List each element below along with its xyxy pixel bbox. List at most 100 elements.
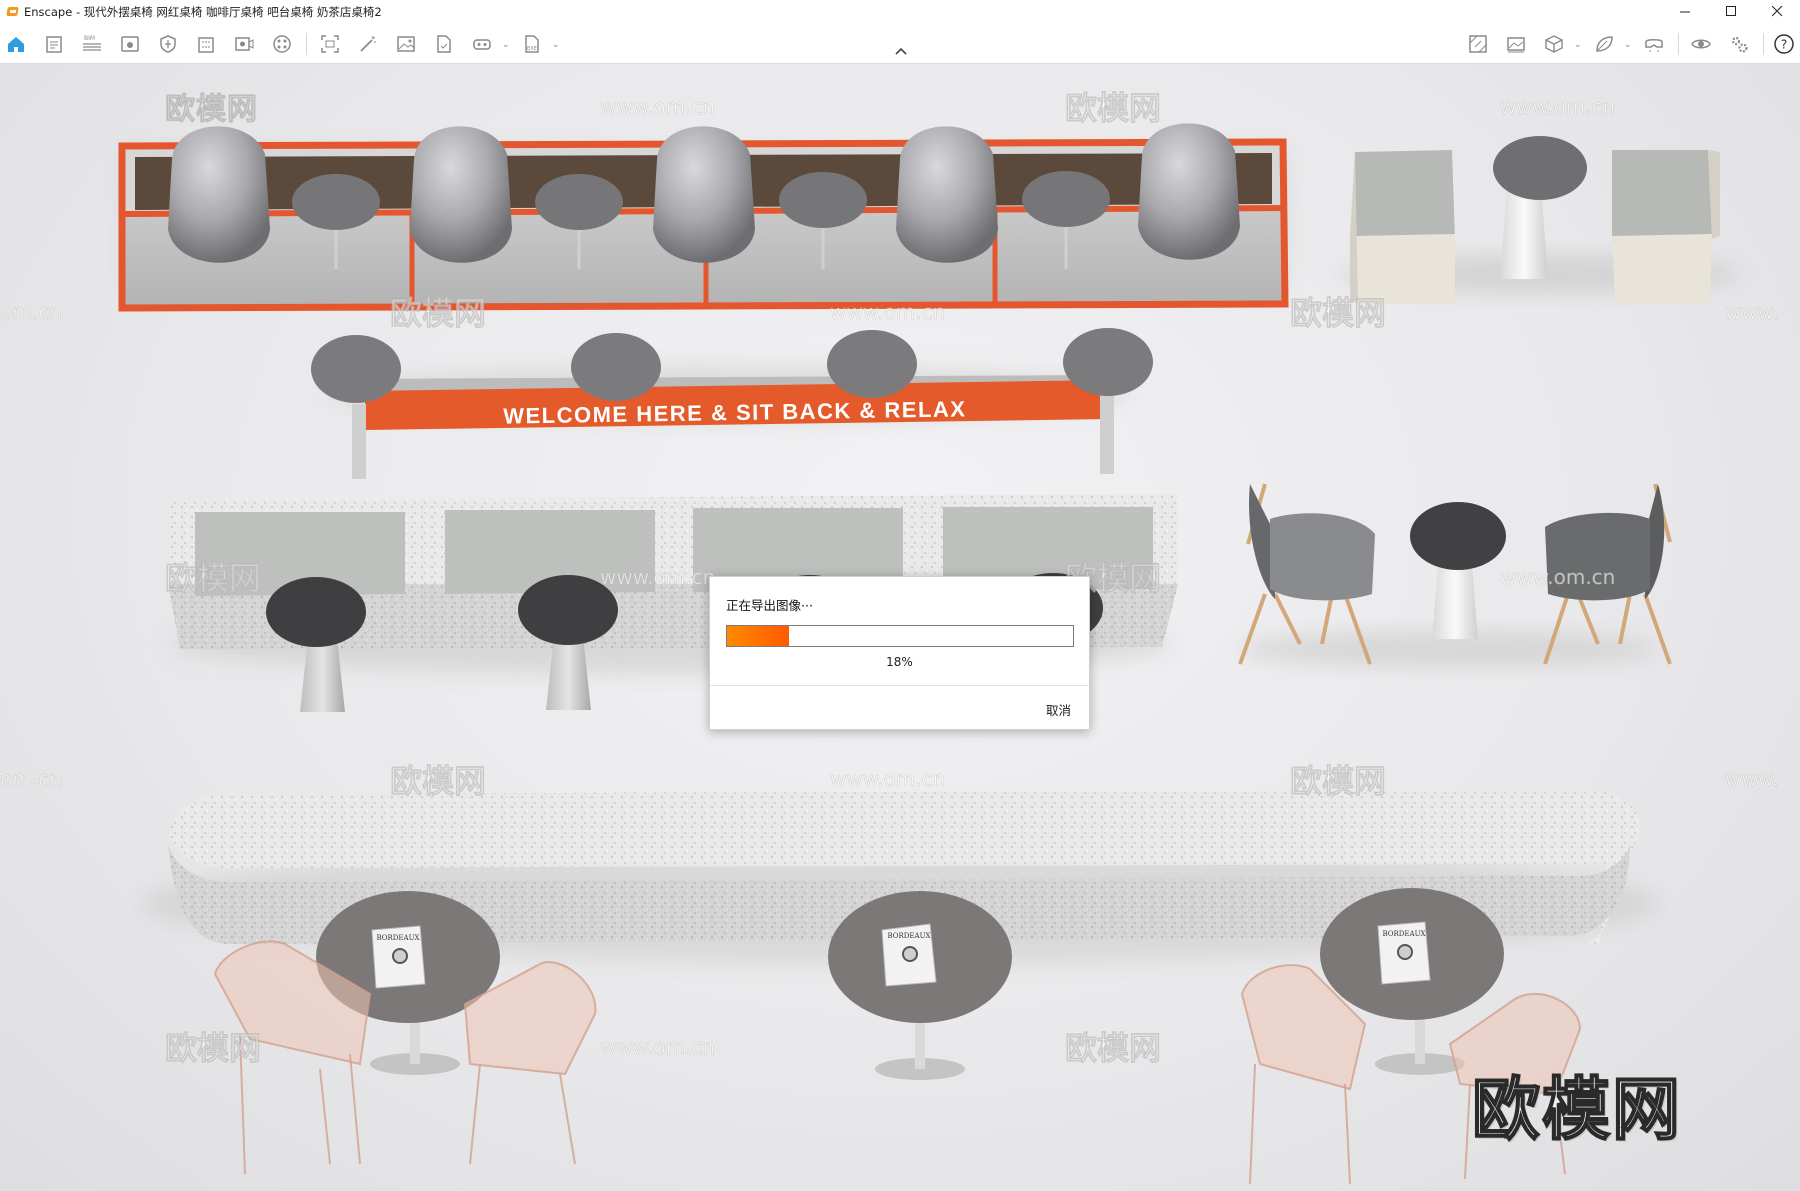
eye-icon [1691,39,1711,49]
progress-bar [726,625,1074,647]
close-window-button[interactable] [1754,0,1800,23]
visibility-button[interactable] [1689,32,1713,56]
dialog-title: 正在导出图像··· [726,598,813,613]
watermark-text: 欧模网 [165,92,258,127]
leaf-button[interactable] [1592,32,1616,56]
vr-dropdown-chevron-icon[interactable]: ⌄ [502,40,510,50]
video-camera-icon [235,37,254,51]
help-button[interactable]: ? [1772,32,1796,56]
shield-button[interactable] [156,32,180,56]
help-icon: ? [1774,34,1794,54]
cube-button[interactable] [1542,32,1566,56]
progress-bar-fill [727,626,790,646]
video-button[interactable] [232,32,256,56]
batch-button[interactable] [432,32,456,56]
watermark-url: om.cn [0,767,62,791]
cube-dropdown-chevron-icon[interactable]: ⌄ [1574,40,1582,50]
panorama-button[interactable] [1504,32,1528,56]
maximize-button[interactable] [1708,0,1754,23]
leaf-dropdown-chevron-icon[interactable]: ⌄ [1624,40,1632,50]
leaf-icon [1596,36,1613,52]
map-icon [1469,35,1487,53]
magic-button[interactable] [356,32,380,56]
magazine-title: BORDEAUX [1383,930,1426,938]
collapse-toolbar-button[interactable] [890,44,912,58]
watermark-url: www.om.cn [600,565,715,589]
close-icon [1771,6,1782,17]
watermark-text: 欧模网 [1290,294,1386,332]
vr-glasses-button[interactable] [1642,32,1666,56]
dialog-divider [710,685,1089,686]
building-button[interactable] [194,32,218,56]
bim-list-icon: BIM [83,35,101,51]
home-button[interactable] [4,32,28,56]
welcome-bench: WELCOME HERE & SIT BACK & RELAX [311,328,1153,479]
vr-headset-icon [473,39,491,50]
watermark-url: om.cn [0,300,62,324]
image-frame-icon [321,35,339,53]
picture-icon [397,36,415,52]
toolbar-separator [1763,33,1764,55]
document-icon [46,36,62,53]
watermark-text: 欧模网 [390,294,486,332]
cancel-button[interactable]: 取消 [1046,700,1071,719]
watermark-url: www.om.cn [830,300,945,324]
watermark-text: 欧模网 [165,1029,261,1067]
watermark-text: 欧模网 [1065,1029,1161,1067]
settings-button[interactable] [1727,32,1751,56]
file-check-icon [437,35,451,53]
minimize-icon [1679,11,1690,13]
watermark-url: www.om.cn [600,1035,715,1059]
watermark-url: www.om.cn [1500,565,1615,589]
watermark-text: 欧模网 [165,559,261,597]
screenshot-button[interactable] [394,32,418,56]
magic-wand-icon [360,36,376,52]
watermark-text: 欧模网 [390,762,486,800]
material-button[interactable] [270,32,294,56]
export-progress-dialog: 正在导出图像··· 18% 取消 [709,576,1090,730]
render-viewport[interactable]: WELCOME HERE & SIT BACK & RELAX BORDEAUX… [0,64,1800,1191]
view-button[interactable] [118,32,142,56]
watermark-url: www. [1725,300,1779,324]
enscape-logo-icon [7,6,18,17]
view-icon [121,36,139,52]
document-button[interactable] [42,32,66,56]
bim-button[interactable]: BIM [80,32,104,56]
palette-icon [273,35,291,53]
brand-watermark: 欧模网 [1471,1070,1683,1151]
minimize-button[interactable] [1662,0,1708,23]
chevron-up-icon [895,47,907,55]
exe-badge: EXE [527,46,537,52]
shield-icon [160,35,176,53]
dining-table-center: BORDEAUX [828,891,1012,1080]
export-icon: EXE [525,35,539,53]
toolbar-separator [306,33,307,55]
magazine-title: BORDEAUX [888,932,931,940]
export-dropdown-chevron-icon[interactable]: ⌄ [552,40,560,50]
building-icon [198,37,214,53]
cube-icon [1545,35,1563,53]
toolbar-separator [1678,33,1679,55]
vr-glasses-icon [1645,39,1663,52]
progress-percent: 18% [886,655,913,669]
capture-button[interactable] [318,32,342,56]
watermark-url: www.om.cn [1500,95,1615,119]
home-icon [8,37,24,52]
watermark-text: 欧模网 [1290,762,1386,800]
window-controls [1662,0,1800,23]
bim-badge: BIM [84,35,95,42]
map-button[interactable] [1466,32,1490,56]
settings-icon [1731,36,1748,53]
panorama-icon [1507,37,1525,53]
watermark-url: www.om.cn [600,95,715,119]
stools-and-round-table [1340,136,1740,304]
watermark-url: www. [1725,767,1779,791]
window-title: Enscape - 现代外摆桌椅 网红桌椅 咖啡厅桌椅 吧台桌椅 奶茶店桌椅2 [24,4,382,19]
banquette-dining-set: BORDEAUX BORDEAUX BORDEAUX [140,790,1660,1185]
magazine-title: BORDEAUX [377,934,420,942]
watermark-text: 欧模网 [1065,89,1161,127]
export-button[interactable]: EXE [520,32,544,56]
vr-button[interactable] [470,32,494,56]
maximize-icon [1725,6,1736,16]
planter-bar-set [118,123,1289,312]
